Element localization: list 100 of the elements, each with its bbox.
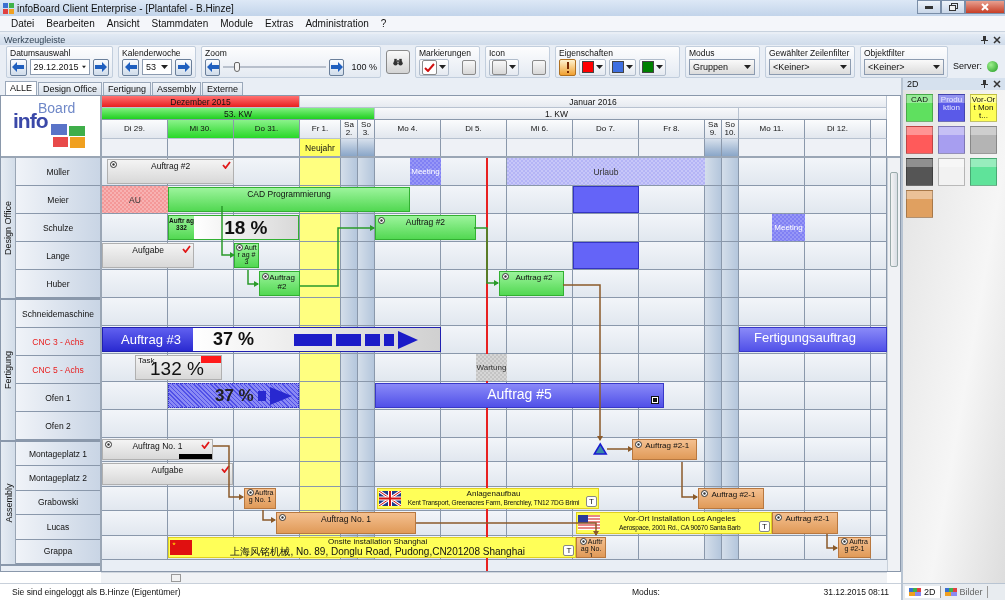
day-header[interactable]: Fr 8. — [639, 119, 705, 138]
row-label[interactable]: Müller — [16, 158, 100, 186]
object-filter-dropdown[interactable]: <Keiner> — [864, 59, 944, 75]
day-header[interactable]: Mo 4. — [375, 119, 441, 138]
day-header[interactable]: So 10. — [722, 119, 739, 138]
menu-item[interactable]: Stammdaten — [145, 18, 215, 29]
week-header[interactable]: 1. KW — [375, 107, 739, 119]
task-bar[interactable]: Auftrag No. 1 — [102, 439, 213, 461]
row-label[interactable]: Montageplatz 2 — [16, 466, 100, 491]
category-tile[interactable]: Vor-Ort Mont... — [970, 94, 997, 122]
row-label[interactable]: Montageplatz 1 — [16, 442, 100, 467]
row-label[interactable]: Grappa — [16, 539, 100, 564]
day-header[interactable]: Mi 30. — [168, 119, 234, 138]
row-label[interactable]: Meier — [16, 186, 100, 214]
day-header[interactable]: Fr 1. — [300, 119, 341, 138]
week-dropdown[interactable]: 53 — [142, 59, 172, 75]
category-tile[interactable]: Produktion — [938, 94, 965, 122]
address-text: 上海风铭机械, No. 89, Donglu Road, Pudong,CN201208 Shanghai — [230, 546, 525, 557]
badge[interactable]: T — [586, 496, 597, 508]
day-header[interactable]: Sa 2. — [341, 119, 358, 138]
panel-tab[interactable]: Bilder — [940, 586, 988, 598]
row-label[interactable]: Lucas — [16, 515, 100, 540]
bar-label: Meeting — [411, 166, 440, 177]
bar-label: Aufgabe — [132, 244, 165, 255]
absence-bar[interactable]: AU — [102, 186, 168, 213]
day-header[interactable]: Di 12. — [805, 119, 871, 138]
window-title: infoBoard Client Enterprise - [Plantafel - B.Hinze] — [17, 2, 235, 14]
menu-item[interactable]: Module — [214, 18, 260, 29]
badge[interactable]: T — [759, 520, 770, 532]
row-label[interactable]: CNC 3 - Achs — [16, 328, 100, 356]
day-header[interactable]: Do 7. — [573, 119, 639, 138]
holiday-note: Neujahr — [300, 138, 341, 156]
day-header[interactable]: Mo 11. — [739, 119, 805, 138]
row-label[interactable]: Huber — [16, 270, 100, 298]
tab[interactable]: Design Office — [38, 82, 102, 95]
order-bar[interactable]: Fertigungsauftrag — [739, 327, 887, 352]
day-header[interactable]: Mi 6. — [507, 119, 573, 138]
bar-label: Auftrag #2 — [514, 272, 554, 282]
tab[interactable]: Assembly — [151, 82, 201, 95]
maintenance-bar[interactable]: Wartung — [475, 354, 507, 381]
row-label[interactable]: Ofen 2 — [16, 412, 100, 440]
order-bar[interactable]: CAD Programmierung — [168, 187, 410, 212]
tab[interactable]: Externe — [201, 82, 243, 95]
order-bar[interactable]: Auftrag No. 1 — [276, 512, 416, 534]
group-label: Design Office — [3, 201, 13, 255]
row-label[interactable]: Grabowski — [16, 490, 100, 516]
day-header[interactable]: Sa 9. — [705, 119, 722, 138]
group-label: Eigenschaften — [559, 48, 614, 58]
bar-label: Vor-Ort Installation Los Angeles — [623, 513, 736, 523]
menu-item[interactable]: ? — [374, 18, 393, 29]
order-bar[interactable]: Auftrag #5 — [375, 383, 665, 408]
panel-title: 2D — [907, 79, 920, 89]
bar-label: Auftrag #2-1 — [644, 440, 691, 450]
row-label[interactable]: Lange — [16, 242, 100, 270]
badge[interactable]: T — [563, 545, 575, 556]
order-bar[interactable]: Auftrag #2-1 — [632, 439, 698, 461]
order-bar[interactable]: Auftrag #3 37 % — [102, 327, 441, 352]
menu-item[interactable]: Datei — [5, 18, 41, 29]
absence-bar[interactable]: Urlaub — [507, 158, 705, 185]
order-bar[interactable]: Auftrag #2 — [499, 271, 564, 296]
status-datetime: 31.12.2015 08:11 — [823, 587, 889, 597]
week-header[interactable]: 53. KW — [102, 107, 375, 119]
menu-item[interactable]: Administration — [299, 18, 375, 29]
group-label: Icon — [489, 48, 507, 58]
group-label: Fertigung — [3, 351, 13, 389]
row-label[interactable]: CNC 5 - Achs — [16, 356, 100, 384]
progress-text: 37 % — [214, 385, 254, 406]
day-header[interactable]: Di 29. — [102, 119, 168, 138]
category-tile[interactable]: CAD — [906, 94, 933, 122]
row-label[interactable]: Ofen 1 — [16, 384, 100, 412]
order-bar[interactable]: Auftrag #2 — [259, 271, 300, 296]
row-label[interactable]: Schneidemaschine — [16, 300, 100, 328]
menu-item[interactable]: Ansicht — [100, 18, 146, 29]
bar-label: Fertigungsauftrag — [754, 330, 856, 346]
day-header[interactable]: Di 5. — [441, 119, 507, 138]
menu-item[interactable]: Extras — [259, 18, 300, 29]
task-bar[interactable]: Aufgabe — [102, 463, 233, 485]
tab[interactable]: Fertigung — [102, 82, 151, 95]
bar-label: Auftrag #2 — [405, 216, 446, 227]
order-bar[interactable]: Auftrag #2-1 — [772, 512, 838, 534]
task-bar[interactable]: Aufgabe — [102, 243, 195, 268]
group-label: Assembly — [3, 483, 13, 523]
zoom-value: 100 % — [351, 62, 377, 72]
order-bar[interactable]: Auftrag #2 — [375, 215, 476, 240]
row-label[interactable]: Schulze — [16, 214, 100, 242]
day-header[interactable]: So 3. — [358, 119, 375, 138]
task-bar[interactable]: Auftrag #2 — [107, 159, 234, 184]
menu-item[interactable]: Bearbeiten — [40, 18, 101, 29]
bar-label: Auftrag No. 1 — [132, 440, 183, 451]
bar-label: Urlaub — [593, 166, 619, 177]
location-bar[interactable]: Onsite installation Shanghai 上海风铭机械, No. 89, Donglu Road, Pudong,CN201208 Shanghai T — [168, 536, 577, 558]
tab[interactable]: ALLE — [5, 81, 38, 95]
group-label: Zoom — [205, 48, 228, 58]
order-bar[interactable]: 37 % — [168, 383, 299, 408]
row-filter-dropdown[interactable]: <Keiner> — [769, 59, 851, 75]
day-header[interactable]: Do 31. — [234, 119, 300, 138]
bar-label: Auftrag #2 — [151, 160, 191, 171]
mode-dropdown[interactable]: Gruppen — [689, 59, 755, 75]
panel-tab[interactable]: 2D — [905, 586, 941, 598]
date-dropdown[interactable]: 29.12.2015 — [29, 59, 90, 75]
